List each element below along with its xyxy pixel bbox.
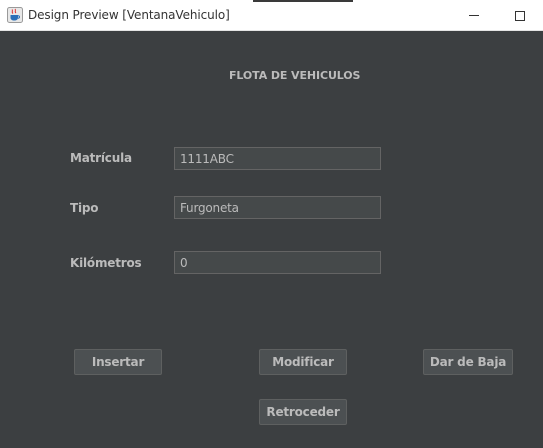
minimize-icon: [469, 15, 479, 16]
kilometros-field[interactable]: [174, 251, 381, 274]
insertar-button[interactable]: Insertar: [74, 349, 162, 375]
java-coffee-icon: [7, 7, 23, 23]
kilometros-label: Kilómetros: [70, 256, 142, 270]
retroceder-button[interactable]: Retroceder: [259, 399, 347, 425]
tipo-field[interactable]: [174, 196, 381, 219]
matricula-label: Matrícula: [70, 151, 132, 165]
title-bar-accent: [253, 0, 353, 2]
window-title: Design Preview [VentanaVehiculo]: [28, 8, 230, 22]
design-preview-window: Design Preview [VentanaVehiculo] FLOTA D…: [0, 0, 543, 448]
matricula-field[interactable]: [174, 147, 381, 170]
minimize-button[interactable]: [451, 0, 497, 31]
title-bar[interactable]: Design Preview [VentanaVehiculo]: [0, 0, 543, 31]
modificar-button[interactable]: Modificar: [259, 349, 347, 375]
maximize-icon: [515, 10, 525, 21]
form-panel: FLOTA DE VEHICULOS Matrícula Tipo Kilóme…: [0, 31, 543, 448]
form-heading: FLOTA DE VEHICULOS: [229, 69, 361, 82]
dar-de-baja-button[interactable]: Dar de Baja: [423, 349, 513, 375]
tipo-label: Tipo: [70, 201, 99, 215]
maximize-button[interactable]: [497, 0, 543, 31]
